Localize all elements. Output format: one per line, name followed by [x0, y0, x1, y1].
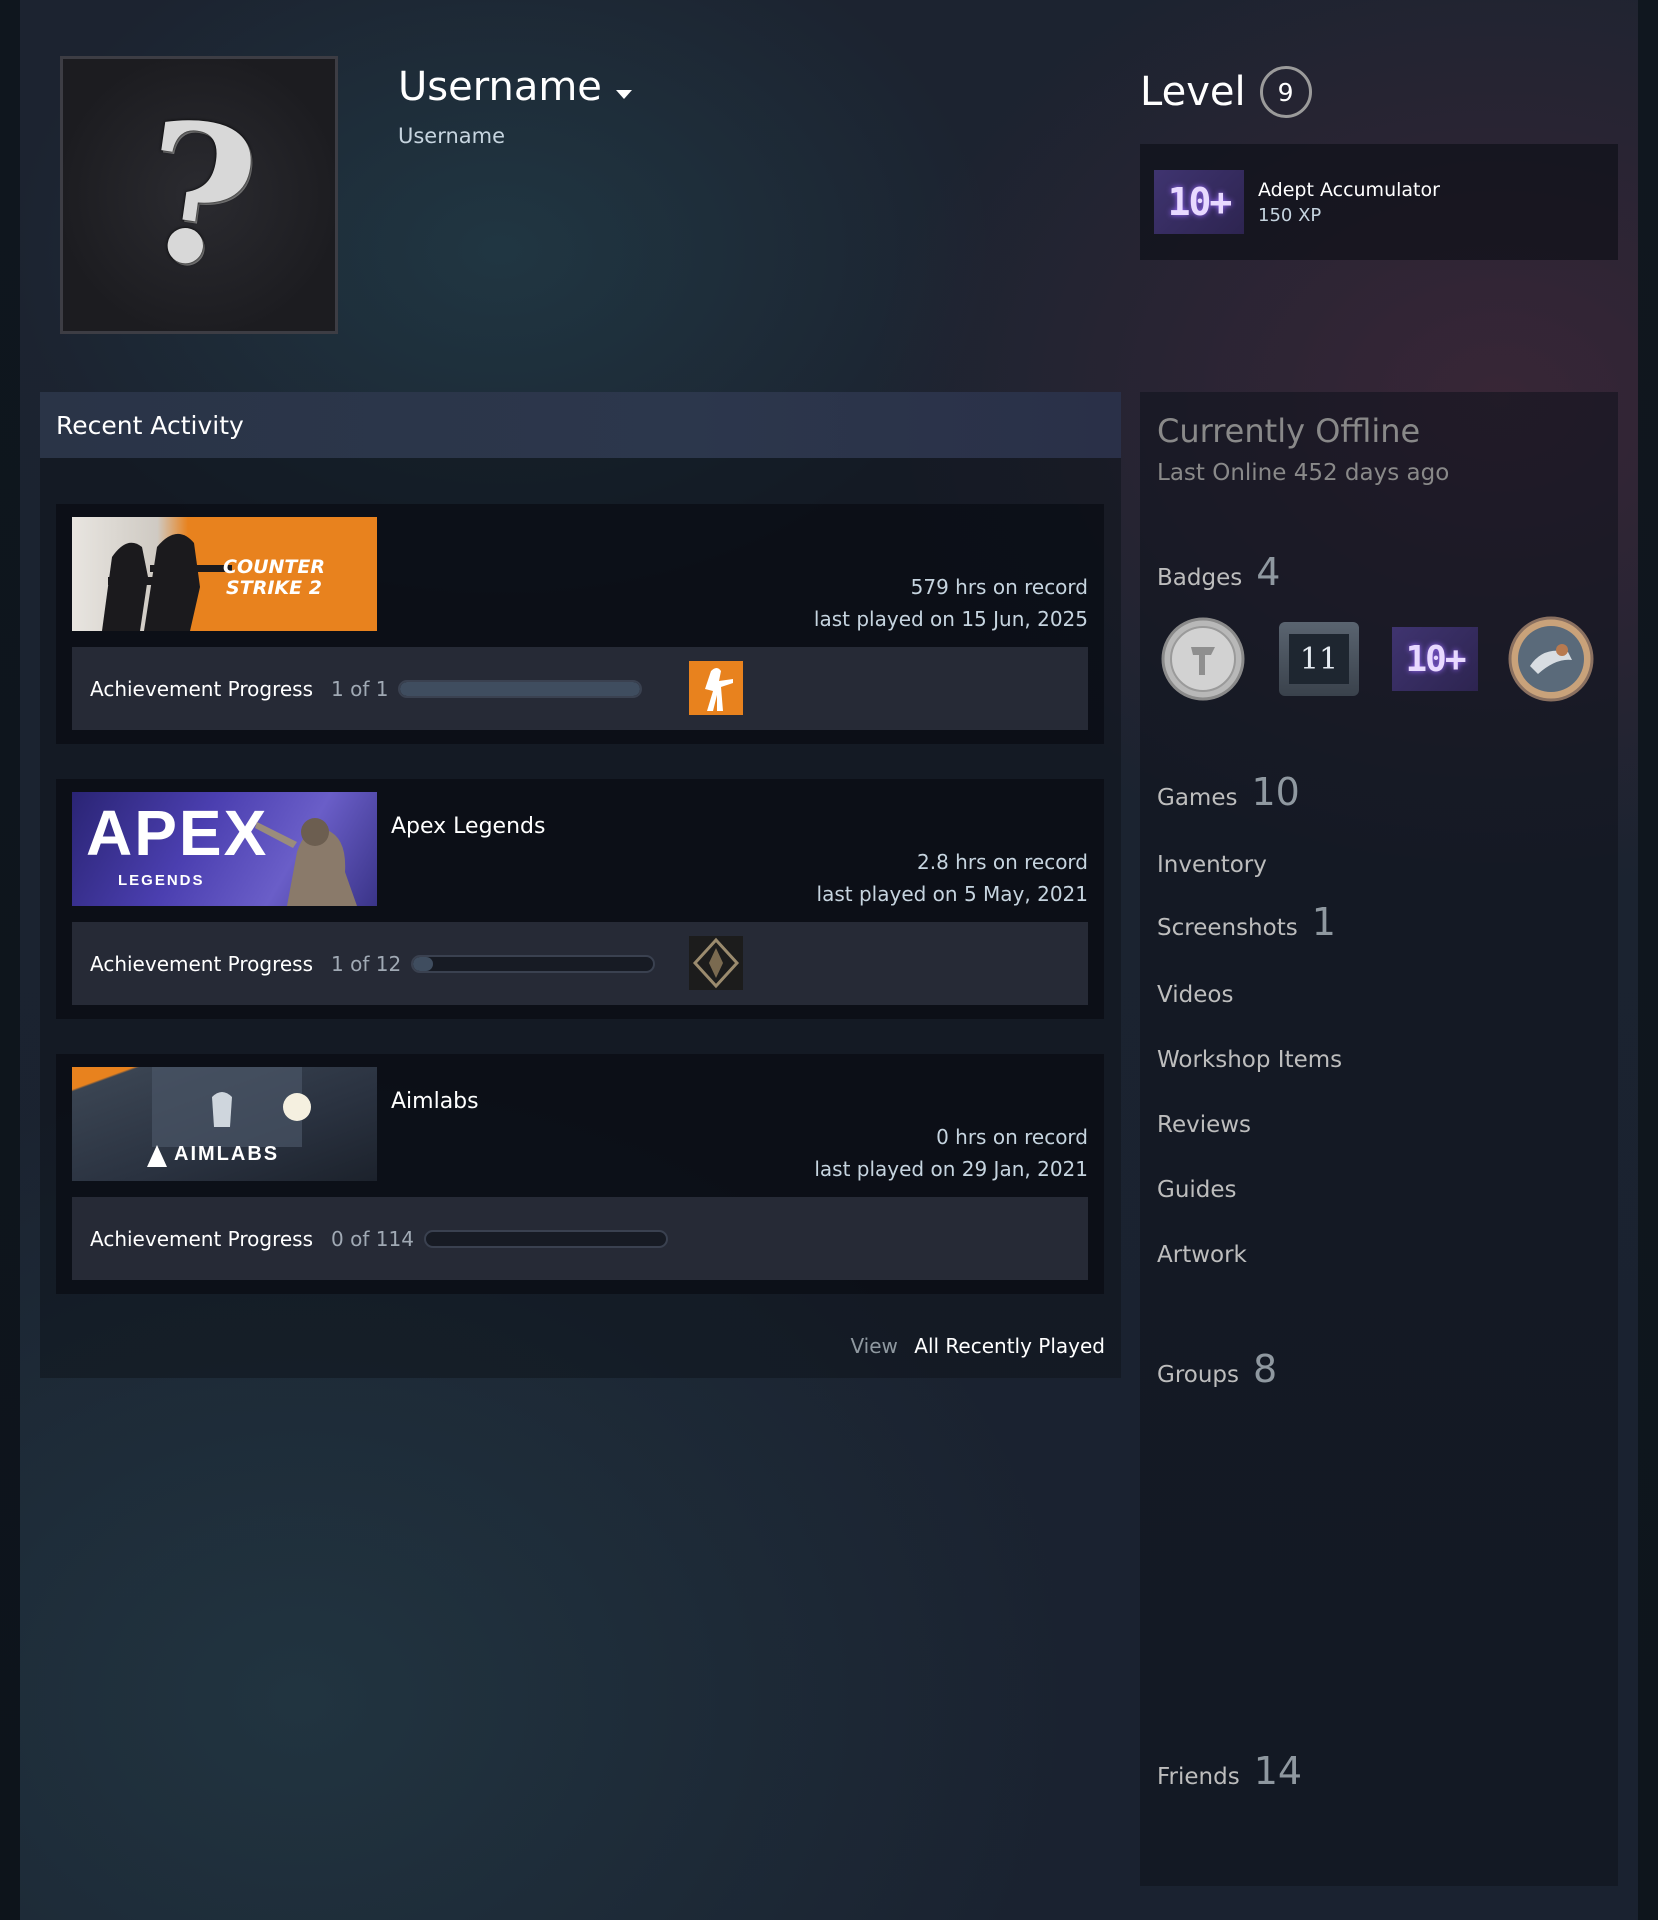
groups-count: 8 [1253, 1347, 1278, 1391]
hours-on-record: 2.8 hrs on record [917, 850, 1088, 874]
apex-character-art [255, 818, 357, 906]
game-row: AIMLABS Aimlabs 0 hrs on record last pla… [56, 1054, 1104, 1294]
workshop-items-link[interactable]: Workshop Items [1157, 1047, 1342, 1073]
screenshots-count: 1 [1311, 900, 1336, 944]
ten-plus-badge-icon: 10+ [1154, 170, 1244, 234]
apex-achievement-icon[interactable] [689, 936, 743, 990]
right-edge-shadow [1638, 0, 1658, 1920]
apex-logo-sub: LEGENDS [118, 872, 205, 889]
username-dropdown[interactable]: Username [398, 64, 632, 110]
last-played: last played on 5 May, 2021 [816, 882, 1088, 906]
friends-count: 14 [1253, 1749, 1303, 1793]
level-label: Level [1140, 69, 1246, 115]
ten-plus-badge-text: 10+ [1392, 627, 1478, 691]
achievement-progress-bar[interactable]: Achievement Progress 1 of 12 [72, 922, 1088, 1005]
last-played: last played on 29 Jan, 2021 [814, 1157, 1088, 1181]
recent-activity-panel: Recent Activity COUNTER STRIKE 2 579 hrs… [40, 392, 1121, 1378]
years-badge-icon[interactable]: 11 [1276, 616, 1362, 702]
username-label: Username [398, 64, 602, 110]
games-count: 10 [1251, 770, 1300, 814]
groups-label: Groups [1157, 1362, 1240, 1388]
achievement-label: Achievement Progress [90, 1226, 314, 1251]
last-played: last played on 15 Jun, 2025 [813, 607, 1088, 631]
game-hours: 579 hrs on record last played on 15 Jun,… [814, 571, 1088, 635]
coin-badge-icon[interactable] [1160, 616, 1246, 702]
game-name[interactable]: Aimlabs [391, 1089, 479, 1114]
level-display: Level 9 [1140, 66, 1312, 118]
screenshots-label: Screenshots [1157, 915, 1298, 941]
community-badge-icon[interactable] [1508, 616, 1594, 702]
games-link[interactable]: Games 10 [1157, 770, 1300, 814]
badges-count: 4 [1256, 550, 1281, 594]
game-capsule-cs2[interactable]: COUNTER STRIKE 2 [72, 517, 377, 631]
online-status: Currently Offline [1157, 412, 1421, 450]
profile-sidebar: Currently Offline Last Online 452 days a… [1140, 392, 1618, 1886]
caret-down-icon [615, 89, 632, 99]
reviews-link[interactable]: Reviews [1157, 1112, 1251, 1138]
game-hours: 2.8 hrs on record last played on 5 May, … [817, 846, 1088, 910]
game-name[interactable]: Apex Legends [391, 814, 545, 839]
badge-showcase: 11 10+ [1160, 616, 1624, 702]
hours-on-record: 579 hrs on record [910, 575, 1088, 599]
cs2-achievement-icon[interactable] [689, 661, 743, 715]
achievement-label: Achievement Progress [90, 676, 314, 701]
cs2-logo-text: COUNTER STRIKE 2 [223, 556, 325, 599]
profile-avatar[interactable]: ? [60, 56, 338, 334]
screenshots-link[interactable]: Screenshots 1 [1157, 900, 1336, 944]
guides-link[interactable]: Guides [1157, 1177, 1237, 1203]
game-row: APEX LEGENDS Apex Legends 2.8 hrs on rec… [56, 779, 1104, 1019]
all-recently-played-link[interactable]: All Recently Played [914, 1334, 1105, 1358]
view-label: View [850, 1334, 898, 1358]
achievement-progress-track [411, 954, 656, 973]
left-edge-shadow [0, 0, 20, 1920]
game-hours: 0 hrs on record last played on 29 Jan, 2… [814, 1121, 1088, 1185]
achievement-count: 0 of 114 [331, 1226, 414, 1251]
achievement-label: Achievement Progress [90, 951, 314, 976]
game-row: COUNTER STRIKE 2 579 hrs on record last … [56, 504, 1104, 744]
real-name: Username [398, 124, 506, 148]
achievement-progress-fill [413, 956, 434, 971]
years-badge-text: 11 [1289, 634, 1349, 684]
videos-link[interactable]: Videos [1157, 982, 1233, 1008]
recent-activity-header: Recent Activity [40, 392, 1121, 458]
inventory-link[interactable]: Inventory [1157, 852, 1267, 878]
achievement-progress-track [398, 679, 643, 698]
ten-plus-badge-icon[interactable]: 10+ [1392, 616, 1478, 702]
artwork-link[interactable]: Artwork [1157, 1242, 1247, 1268]
achievement-progress-bar[interactable]: Achievement Progress 1 of 1 [72, 647, 1088, 730]
badges-link[interactable]: Badges 4 [1157, 550, 1280, 594]
aimlabs-logo-text: AIMLABS [174, 1143, 280, 1165]
level-badge[interactable]: 9 [1259, 66, 1312, 118]
friends-link[interactable]: Friends 14 [1157, 1749, 1302, 1793]
achievement-progress-track [423, 1229, 668, 1248]
achievement-progress-fill [400, 681, 641, 696]
game-capsule-aimlabs[interactable]: AIMLABS [72, 1067, 377, 1181]
groups-link[interactable]: Groups 8 [1157, 1347, 1277, 1391]
hours-on-record: 0 hrs on record [936, 1125, 1088, 1149]
favorite-badge-xp: 150 XP [1258, 204, 1322, 226]
game-capsule-apex[interactable]: APEX LEGENDS [72, 792, 377, 906]
achievement-progress-bar[interactable]: Achievement Progress 0 of 114 [72, 1197, 1088, 1280]
view-all-recently-played: View All Recently Played [850, 1334, 1105, 1358]
badges-label: Badges [1157, 565, 1243, 591]
favorite-badge[interactable]: 10+ Adept Accumulator 150 XP [1140, 144, 1618, 260]
favorite-badge-name: Adept Accumulator [1258, 178, 1440, 201]
games-label: Games [1157, 785, 1238, 811]
achievement-count: 1 of 12 [331, 951, 402, 976]
achievement-count: 1 of 1 [331, 676, 389, 701]
last-online: Last Online 452 days ago [1157, 460, 1450, 486]
question-mark-icon: ? [128, 76, 270, 314]
friends-label: Friends [1157, 1764, 1240, 1790]
